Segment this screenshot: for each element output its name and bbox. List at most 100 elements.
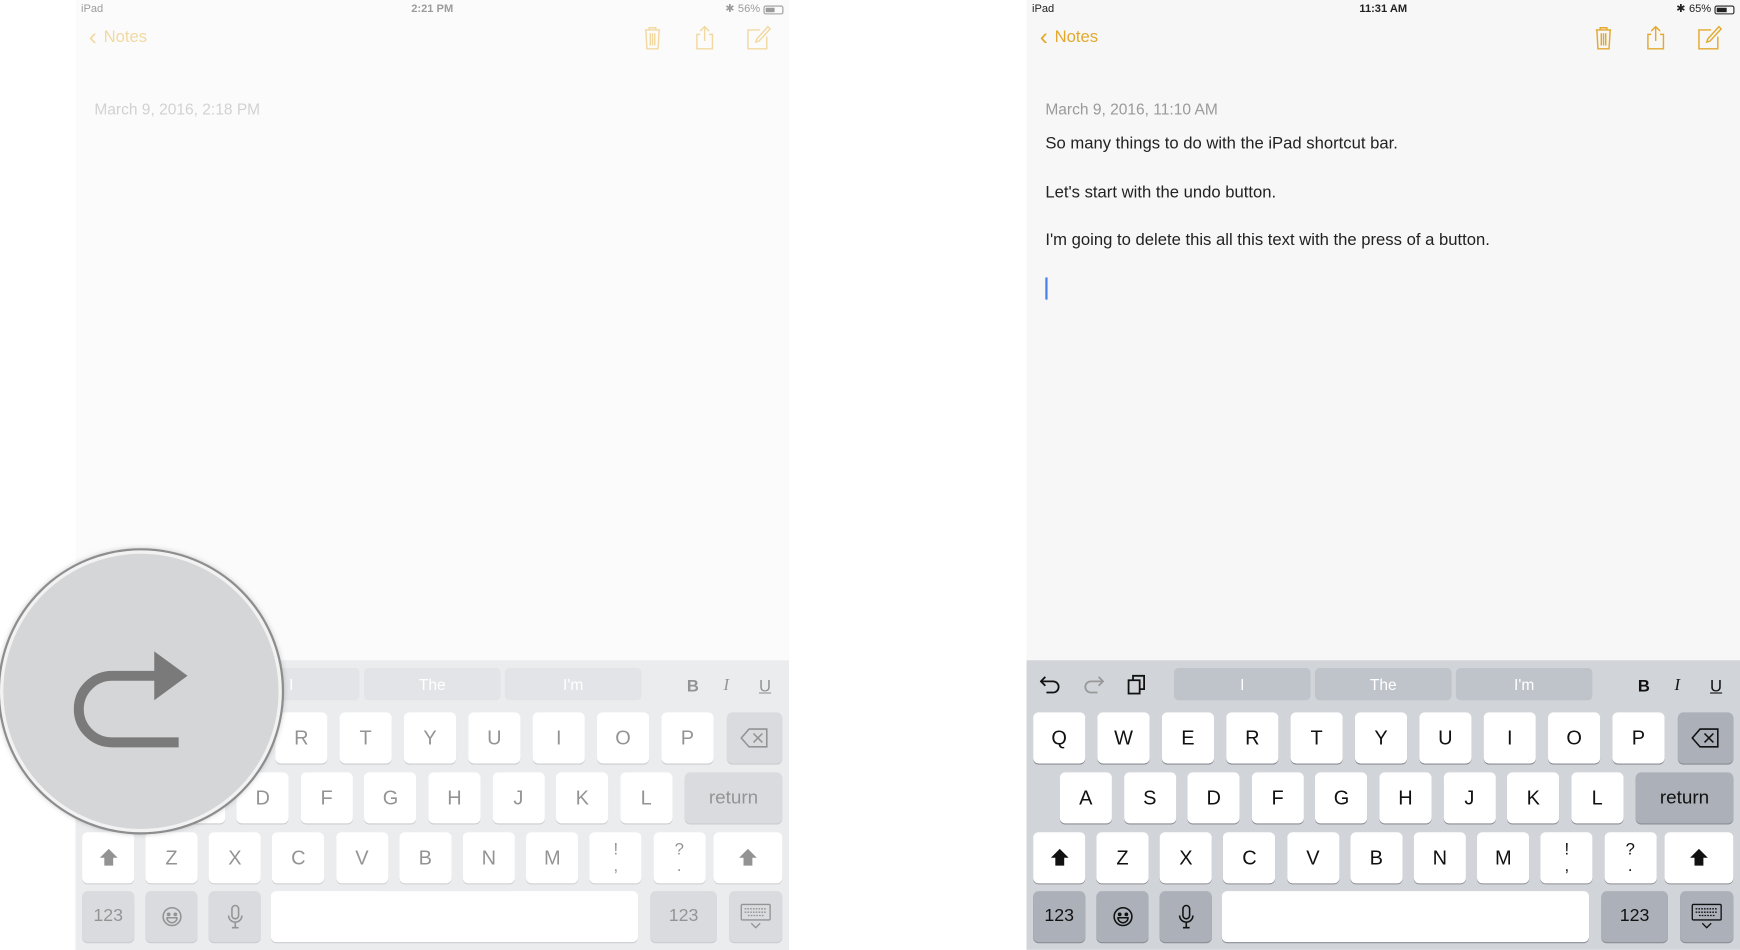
delete-key[interactable] xyxy=(726,712,783,764)
key-d[interactable]: D xyxy=(1187,772,1240,824)
suggestion-0[interactable]: I xyxy=(1174,668,1311,701)
key-l[interactable]: L xyxy=(1571,772,1624,824)
compose-icon[interactable] xyxy=(1696,24,1723,51)
suggestion-2[interactable]: I'm xyxy=(1455,668,1593,701)
undo-button[interactable] xyxy=(1039,674,1062,700)
underline-button[interactable]: U xyxy=(759,677,771,696)
keyboard: ITheI'mBIUQWERTYUIOPASDFGHJKLreturnZXCVB… xyxy=(1026,660,1740,950)
key-p[interactable]: P xyxy=(1612,712,1665,764)
suggestion-2[interactable]: I'm xyxy=(504,668,642,701)
return-key[interactable]: return xyxy=(684,772,783,824)
underline-button[interactable]: U xyxy=(1710,677,1722,696)
key-l[interactable]: L xyxy=(620,772,673,824)
key-a[interactable]: A xyxy=(1059,772,1112,824)
key-c[interactable]: C xyxy=(1223,832,1276,884)
key-i[interactable]: I xyxy=(532,712,585,764)
dictation-key[interactable] xyxy=(208,891,261,943)
battery-percent: 65% xyxy=(1688,3,1712,16)
key-h[interactable]: H xyxy=(1379,772,1432,824)
key-n[interactable]: N xyxy=(462,832,515,884)
back-button[interactable]: ‹ Notes xyxy=(1040,24,1098,48)
key-q[interactable]: Q xyxy=(1033,712,1086,764)
key-f[interactable]: F xyxy=(1251,772,1304,824)
punctuation-key[interactable]: ! , xyxy=(589,832,642,884)
key-r[interactable]: R xyxy=(275,712,328,764)
key-w[interactable]: W xyxy=(1097,712,1150,764)
share-icon[interactable] xyxy=(691,24,718,51)
key-t[interactable]: T xyxy=(1290,712,1343,764)
space-bar[interactable] xyxy=(270,891,639,943)
redo-button[interactable] xyxy=(1082,674,1105,700)
punctuation-key[interactable]: ! , xyxy=(1540,832,1593,884)
note-line[interactable]: I'm going to delete this all this text w… xyxy=(1045,231,1490,250)
emoji-key[interactable] xyxy=(145,891,198,943)
trash-icon[interactable] xyxy=(1590,24,1617,51)
key-v[interactable]: V xyxy=(335,832,388,884)
return-key[interactable]: return xyxy=(1635,772,1734,824)
italic-button[interactable]: I xyxy=(1675,677,1681,696)
numbers-key[interactable]: 123 xyxy=(82,891,135,943)
key-e[interactable]: E xyxy=(1161,712,1215,764)
key-z[interactable]: Z xyxy=(1096,832,1149,884)
paste-button[interactable] xyxy=(1126,674,1146,702)
shift-key-right[interactable] xyxy=(713,832,783,884)
key-m[interactable]: M xyxy=(526,832,579,884)
key-h[interactable]: H xyxy=(428,772,481,824)
key-j[interactable]: J xyxy=(1443,772,1496,824)
hide-keyboard-key[interactable] xyxy=(1680,891,1734,943)
key-v[interactable]: V xyxy=(1286,832,1339,884)
punctuation-key[interactable]: ? . xyxy=(653,832,706,884)
battery-icon xyxy=(1714,4,1735,14)
key-t[interactable]: T xyxy=(339,712,392,764)
key-j[interactable]: J xyxy=(492,772,545,824)
key-g[interactable]: G xyxy=(1315,772,1368,824)
share-icon[interactable] xyxy=(1642,24,1669,51)
italic-button[interactable]: I xyxy=(724,677,730,696)
key-f[interactable]: F xyxy=(300,772,353,824)
key-x[interactable]: X xyxy=(208,832,261,884)
compose-icon[interactable] xyxy=(745,24,772,51)
key-n[interactable]: N xyxy=(1413,832,1466,884)
key-o[interactable]: O xyxy=(597,712,650,764)
key-z[interactable]: Z xyxy=(145,832,198,884)
punctuation-key[interactable]: ? . xyxy=(1604,832,1657,884)
key-y[interactable]: Y xyxy=(403,712,457,764)
key-s[interactable]: S xyxy=(1123,772,1176,824)
numbers-key-right[interactable]: 123 xyxy=(1601,891,1668,943)
key-y[interactable]: Y xyxy=(1354,712,1408,764)
trash-icon[interactable] xyxy=(639,24,666,51)
key-g[interactable]: G xyxy=(364,772,417,824)
navigation-bar: ‹ Notes xyxy=(75,24,789,53)
back-button[interactable]: ‹ Notes xyxy=(89,24,147,48)
bold-button[interactable]: B xyxy=(1638,677,1650,696)
key-u[interactable]: U xyxy=(1419,712,1472,764)
right-notes-screen: iPad 11:31 AM ✱ 65% ‹ Notes March 9, 2016, 11:… xyxy=(1026,0,1740,950)
key-x[interactable]: X xyxy=(1159,832,1213,884)
numbers-key[interactable]: 123 xyxy=(1033,891,1086,943)
hide-keyboard-key[interactable] xyxy=(729,891,783,943)
shift-key-left[interactable] xyxy=(82,832,135,884)
key-i[interactable]: I xyxy=(1483,712,1536,764)
key-c[interactable]: C xyxy=(272,832,325,884)
key-u[interactable]: U xyxy=(468,712,521,764)
delete-key[interactable] xyxy=(1677,712,1734,764)
key-k[interactable]: K xyxy=(556,772,609,824)
emoji-key[interactable] xyxy=(1096,891,1149,943)
note-line[interactable]: Let's start with the undo button. xyxy=(1045,183,1276,202)
key-b[interactable]: B xyxy=(399,832,452,884)
suggestion-1[interactable]: The xyxy=(1314,668,1452,701)
suggestion-1[interactable]: The xyxy=(363,668,501,701)
shift-key-right[interactable] xyxy=(1664,832,1734,884)
key-p[interactable]: P xyxy=(661,712,714,764)
key-o[interactable]: O xyxy=(1548,712,1601,764)
key-r[interactable]: R xyxy=(1226,712,1279,764)
key-k[interactable]: K xyxy=(1507,772,1560,824)
key-m[interactable]: M xyxy=(1477,832,1530,884)
space-bar[interactable] xyxy=(1221,891,1590,943)
numbers-key-right[interactable]: 123 xyxy=(650,891,717,943)
shift-key-left[interactable] xyxy=(1033,832,1086,884)
bold-button[interactable]: B xyxy=(687,677,699,696)
note-line[interactable]: So many things to do with the iPad short… xyxy=(1045,134,1398,153)
dictation-key[interactable] xyxy=(1159,891,1212,943)
key-b[interactable]: B xyxy=(1350,832,1403,884)
